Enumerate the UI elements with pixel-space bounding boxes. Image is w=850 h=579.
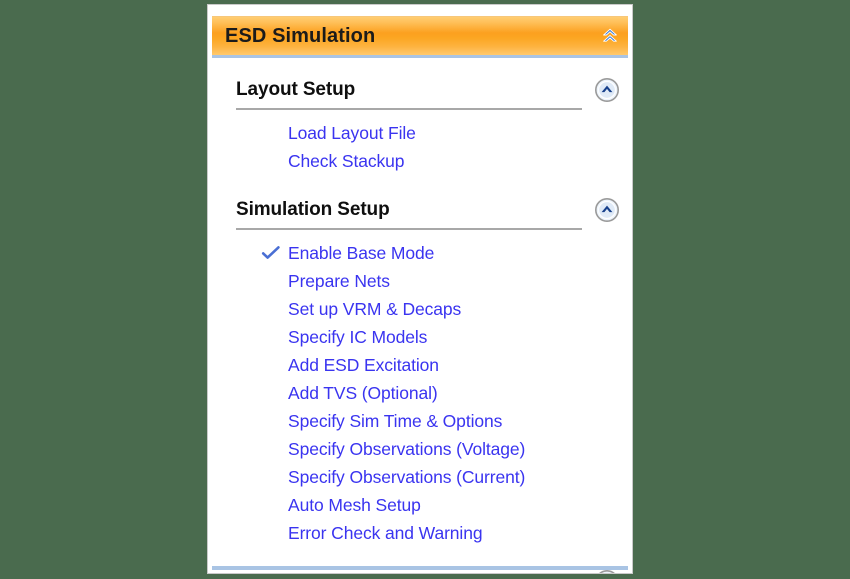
section-header-simulation-setup: Simulation Setup [236, 191, 619, 228]
list-item[interactable]: Specify Observations (Voltage) [212, 435, 628, 463]
esd-simulation-panel: ESD Simulation Layout Setup Load Layout … [207, 4, 633, 574]
list-item-label: Specify IC Models [288, 326, 428, 347]
list-item-label: Auto Mesh Setup [288, 494, 421, 515]
list-item[interactable]: Enable Base Mode [212, 239, 628, 267]
list-item[interactable]: Specify Observations (Current) [212, 463, 628, 491]
list-item-label: Add ESD Excitation [288, 354, 439, 375]
list-item-label: Specify Observations (Current) [288, 466, 526, 487]
check-icon [260, 244, 282, 262]
section-title: Simulation [236, 571, 332, 574]
list-item[interactable]: Specify IC Models [212, 323, 628, 351]
list-item-label: Check Stackup [288, 150, 405, 171]
list-item[interactable]: Specify Sim Time & Options [212, 407, 628, 435]
list-item[interactable]: Add ESD Excitation [212, 351, 628, 379]
list-item[interactable]: Load Layout File [212, 119, 628, 147]
list-item-label: Error Check and Warning [288, 522, 483, 543]
list-item[interactable]: Add TVS (Optional) [212, 379, 628, 407]
list-item[interactable]: Error Check and Warning [212, 519, 628, 547]
section-header-layout-setup: Layout Setup [236, 71, 619, 108]
section-title: Simulation Setup [236, 198, 390, 220]
list-item-label: Specify Observations (Voltage) [288, 438, 526, 459]
section-title: Layout Setup [236, 78, 356, 100]
list-item-label: Add TVS (Optional) [288, 382, 438, 403]
chevron-up-circle-icon[interactable] [594, 197, 620, 223]
panel-titlebar: ESD Simulation [212, 16, 628, 55]
list-item[interactable]: Check Stackup [212, 147, 628, 175]
item-list-layout-setup: Load Layout File Check Stackup [212, 119, 628, 175]
list-item[interactable]: Prepare Nets [212, 267, 628, 295]
chevron-up-circle-icon[interactable] [594, 77, 620, 103]
panel-content: Layout Setup Load Layout File Check Stac… [208, 58, 632, 574]
list-item-label: Enable Base Mode [288, 242, 435, 263]
list-item[interactable]: Auto Mesh Setup [212, 491, 628, 519]
list-item-label: Prepare Nets [288, 270, 390, 291]
list-item-label: Load Layout File [288, 122, 416, 143]
list-item-label: Set up VRM & Decaps [288, 298, 462, 319]
list-item[interactable]: Set up VRM & Decaps [212, 295, 628, 323]
panel-bottom-bar [212, 566, 628, 570]
panel-title: ESD Simulation [225, 24, 376, 47]
list-item-label: Specify Sim Time & Options [288, 410, 503, 431]
screen-root: ESD Simulation Layout Setup Load Layout … [0, 0, 850, 579]
item-list-simulation-setup: Enable Base Mode Prepare Nets Set up VRM… [212, 239, 628, 547]
double-chevron-up-icon[interactable] [599, 25, 621, 47]
